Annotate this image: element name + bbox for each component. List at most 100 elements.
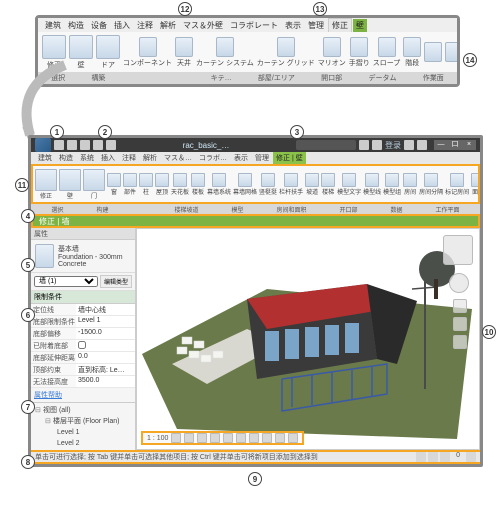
top-tab[interactable]: 表示	[282, 19, 304, 32]
main-tab-context[interactable]: 修正 | 壁	[273, 152, 306, 164]
ribbon-tool[interactable]: 柱	[139, 173, 153, 196]
ribbon-tool[interactable]: コンポーネント	[123, 34, 172, 70]
ribbon-tool[interactable]: 房间	[403, 173, 417, 196]
visual-style-icon[interactable]	[184, 433, 194, 443]
property-value[interactable]: 3500.0	[76, 376, 135, 387]
maximize-button[interactable]: 口	[448, 140, 462, 150]
ribbon-tool[interactable]: 栏杆扶手	[279, 173, 303, 196]
edit-type-button[interactable]: 编辑类型	[100, 275, 132, 288]
ribbon-tool[interactable]	[445, 34, 457, 70]
filter-icon[interactable]	[466, 452, 476, 462]
browser-root[interactable]: ⊟视图 (all)	[33, 405, 133, 416]
browser-view[interactable]: Level 1	[33, 427, 133, 438]
sun-path-icon[interactable]	[197, 433, 207, 443]
ribbon-tool[interactable]: 楼板	[191, 173, 205, 196]
signin-link[interactable]: 登录	[385, 140, 401, 151]
ribbon-tool[interactable]: 房间分隔	[419, 173, 443, 196]
scale-selector[interactable]: 1 : 100	[147, 435, 168, 442]
main-tab[interactable]: コラボ…	[196, 152, 230, 164]
ribbon-tool[interactable]: 楼梯	[321, 173, 335, 196]
drawing-area[interactable]: 1 : 100	[136, 228, 480, 450]
ribbon-tool[interactable]: 天花板	[171, 173, 189, 196]
pan-icon[interactable]	[453, 299, 467, 313]
property-value[interactable]: 0.0	[76, 352, 135, 363]
ribbon-tool[interactable]	[424, 34, 442, 70]
search-icon[interactable]	[359, 140, 369, 150]
ribbon-tool[interactable]: 窗	[107, 173, 121, 196]
viewcube[interactable]	[443, 235, 473, 265]
ribbon-tool[interactable]: 竖梃挺	[259, 173, 277, 196]
main-tab[interactable]: マス＆…	[161, 152, 195, 164]
ribbon-tool[interactable]: 坡道	[305, 173, 319, 196]
lock-3d-icon[interactable]	[262, 433, 272, 443]
ribbon-tool[interactable]: 面积	[471, 173, 480, 196]
browser-group-floorplan[interactable]: ⊟楼层平面 (Floor Plan)	[33, 416, 133, 427]
rendering-icon[interactable]	[223, 433, 233, 443]
browser-view[interactable]: Level 2	[33, 438, 133, 449]
detail-level-icon[interactable]	[171, 433, 181, 443]
minimize-button[interactable]: —	[434, 140, 448, 150]
qat-print-icon[interactable]	[106, 140, 116, 150]
ribbon-tool[interactable]: 幕墙网格	[233, 173, 257, 196]
reveal-hidden-icon[interactable]	[288, 433, 298, 443]
worksets-icon[interactable]	[416, 452, 426, 462]
ribbon-tool[interactable]: 階段	[403, 34, 421, 70]
ribbon-tool[interactable]: 标记房间	[445, 173, 469, 196]
editable-only-icon[interactable]	[440, 452, 450, 462]
temp-hide-icon[interactable]	[275, 433, 285, 443]
top-tab[interactable]: 管理	[305, 19, 327, 32]
help-icon[interactable]	[417, 140, 427, 150]
properties-help-link[interactable]: 属性帮助	[34, 392, 62, 399]
main-tab[interactable]: 插入	[98, 152, 118, 164]
ribbon-tool[interactable]: 模型组	[383, 173, 401, 196]
app-logo-icon[interactable]	[35, 138, 51, 152]
qat-redo-icon[interactable]	[93, 140, 103, 150]
top-tab[interactable]: 建筑	[42, 19, 64, 32]
ribbon-tool[interactable]: 模型线	[363, 173, 381, 196]
property-value[interactable]: -1500.0	[76, 328, 135, 339]
ribbon-tool[interactable]: マリオン	[318, 34, 346, 70]
design-options-icon[interactable]	[428, 452, 438, 462]
ribbon-tool[interactable]: 天井	[175, 34, 193, 70]
ribbon-tool[interactable]: 手摺り	[349, 34, 370, 70]
crop-region-icon[interactable]	[249, 433, 259, 443]
ribbon-tool[interactable]: 壁	[59, 169, 81, 200]
user-icon[interactable]	[372, 140, 382, 150]
main-tab[interactable]: 系统	[77, 152, 97, 164]
main-tab[interactable]: 构造	[56, 152, 76, 164]
type-selector[interactable]: 基本墙 Foundation - 300mm Concrete	[31, 240, 135, 273]
steering-wheel-icon[interactable]	[449, 273, 469, 293]
zoom-icon[interactable]	[453, 317, 467, 331]
ribbon-tool[interactable]: 部件	[123, 173, 137, 196]
qat-undo-icon[interactable]	[80, 140, 90, 150]
main-tab[interactable]: 管理	[252, 152, 272, 164]
top-tab-context[interactable]: 壁	[353, 19, 367, 32]
top-tab[interactable]: 解析	[157, 19, 179, 32]
qat-open-icon[interactable]	[54, 140, 64, 150]
ribbon-tool[interactable]: 幕墙系统	[207, 173, 231, 196]
exchange-icon[interactable]	[404, 140, 414, 150]
crop-view-icon[interactable]	[236, 433, 246, 443]
ribbon-tool[interactable]: 门	[83, 169, 105, 200]
orbit-icon[interactable]	[453, 335, 467, 349]
top-tab[interactable]: 设备	[88, 19, 110, 32]
top-tab-active[interactable]: 修正	[328, 18, 352, 32]
ribbon-tool[interactable]: カーテン グリッド	[257, 34, 315, 70]
property-value[interactable]: Level 1	[76, 316, 135, 327]
props-group-header[interactable]: 限制条件	[31, 291, 135, 304]
ribbon-tool[interactable]: スロープ	[373, 34, 401, 70]
top-tab[interactable]: 插入	[111, 19, 133, 32]
ribbon-tool[interactable]: ドア	[96, 34, 120, 70]
main-tab[interactable]: 解析	[140, 152, 160, 164]
main-tab[interactable]: 注释	[119, 152, 139, 164]
main-tab[interactable]: 表示	[231, 152, 251, 164]
ribbon-tool[interactable]: カーテン システム	[196, 34, 254, 70]
qat-save-icon[interactable]	[67, 140, 77, 150]
ribbon-tool[interactable]: 屋顶	[155, 173, 169, 196]
top-tab[interactable]: コラボレート	[227, 19, 281, 32]
top-tab[interactable]: マス＆外壁	[180, 19, 226, 32]
instance-filter-select[interactable]: 墙 (1)	[34, 276, 98, 287]
property-checkbox[interactable]	[78, 341, 86, 349]
ribbon-tool[interactable]: 模型文字	[337, 173, 361, 196]
property-value[interactable]: 直到标高: Le…	[76, 364, 135, 375]
